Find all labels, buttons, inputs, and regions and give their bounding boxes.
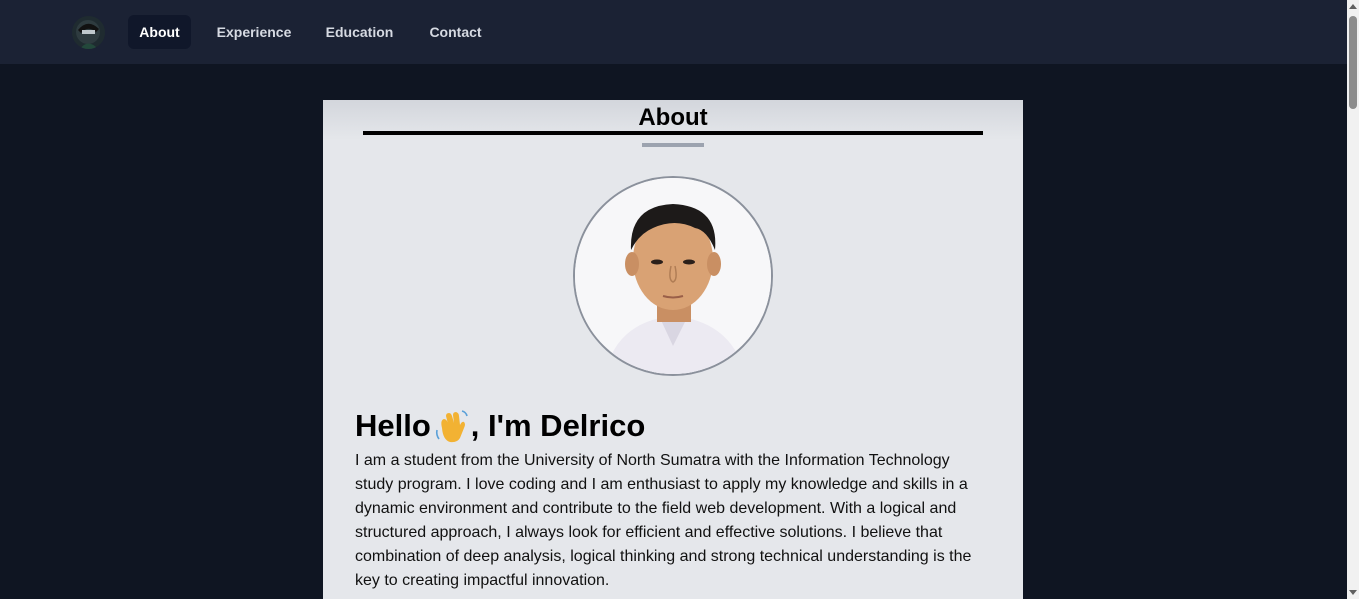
scroll-down-arrow-icon[interactable] <box>1349 590 1357 595</box>
nav-education[interactable]: Education <box>316 15 403 49</box>
section-title: About <box>638 104 708 131</box>
scroll-thumb[interactable] <box>1349 16 1357 109</box>
vertical-scrollbar[interactable] <box>1347 0 1359 599</box>
scroll-up-arrow-icon[interactable] <box>1349 4 1357 9</box>
top-navbar: About Experience Education Contact <box>0 0 1347 64</box>
nav-about[interactable]: About <box>128 15 191 49</box>
title-divider <box>363 131 983 135</box>
waving-hand-icon <box>433 408 469 444</box>
greeting-heading: Hello , I'm Delrico <box>355 408 645 444</box>
bio-text: I am a student from the University of No… <box>355 452 972 589</box>
greeting-suffix: , I'm Delrico <box>470 408 646 443</box>
greeting-prefix: Hello <box>355 408 431 443</box>
logo-avatar[interactable] <box>72 16 105 49</box>
nav-contact[interactable]: Contact <box>419 15 492 49</box>
nav-experience[interactable]: Experience <box>207 15 301 49</box>
about-card: About Hello , I'm Delrico I am a student… <box>323 100 1023 599</box>
profile-photo <box>573 176 773 376</box>
title-accent-underline <box>642 143 704 147</box>
